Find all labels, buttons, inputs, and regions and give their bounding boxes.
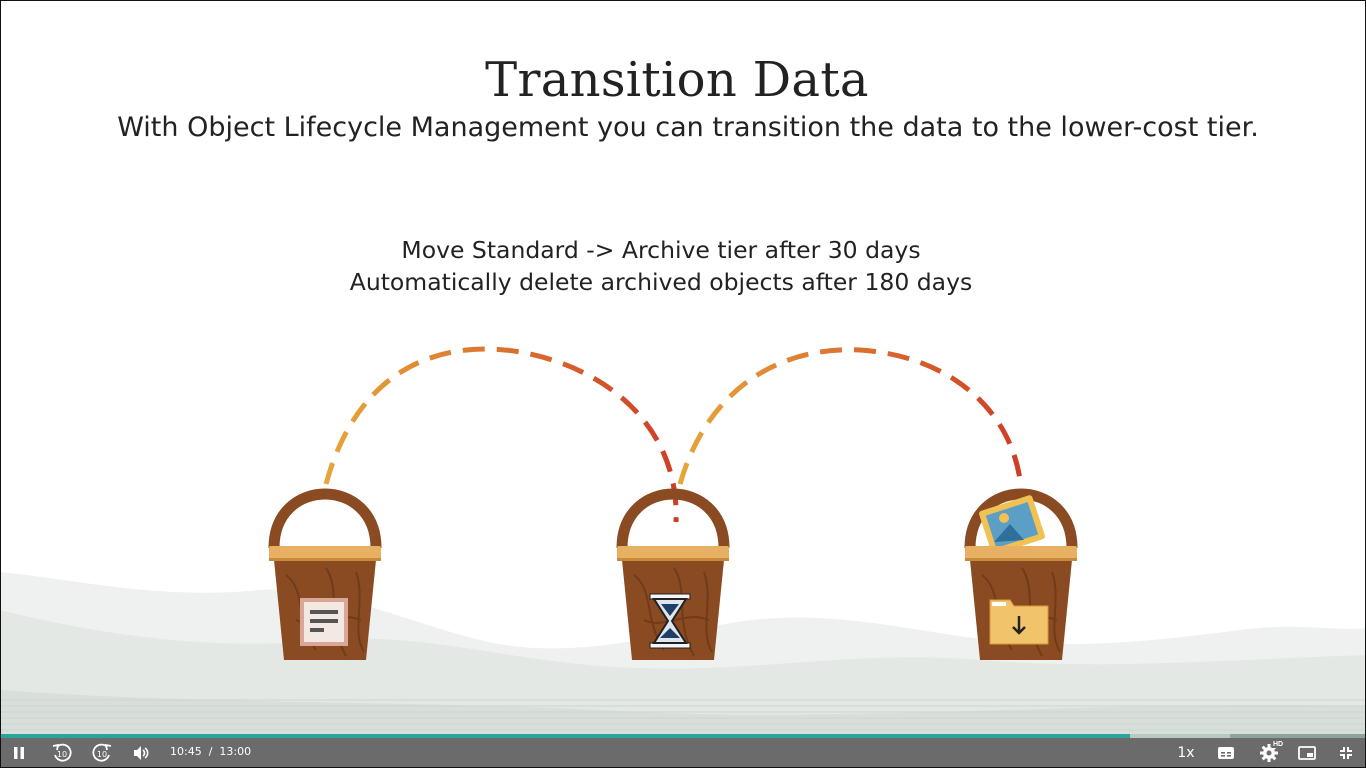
bucket-delete [964,488,1078,660]
folder-download-icon [989,599,1049,645]
volume-icon [134,746,149,760]
arc-archive-to-delete [677,347,1023,485]
duration: 13:00 [219,745,252,758]
document-icon [300,598,348,646]
picture-in-picture-button[interactable] [1295,741,1319,765]
time-display: 10:45 / 13:00 [170,745,251,758]
settings-button[interactable]: HD [1254,741,1285,765]
current-time: 10:45 [170,745,202,758]
exit-fullscreen-button[interactable] [1335,741,1357,765]
hd-badge: HD [1272,741,1285,748]
bucket-standard [268,488,382,660]
bucket-archive [616,488,730,660]
exit-fullscreen-icon [1340,747,1352,759]
pause-button[interactable] [8,741,30,765]
svg-text:10: 10 [57,750,67,759]
volume-button[interactable] [130,741,152,765]
svg-text:10: 10 [97,750,107,759]
captions-button[interactable] [1214,741,1238,765]
pause-icon [14,747,24,759]
slide: Transition Data With Object Lifecycle Ma… [0,0,1366,738]
playback-speed-button[interactable]: 1x [1174,741,1198,765]
forward-10-button[interactable]: 10 [90,741,114,765]
captions-icon [1218,747,1234,759]
picture-in-picture-icon [1298,746,1316,760]
forward-10-icon: 10 [92,743,112,762]
rewind-10-button[interactable]: 10 [50,741,74,765]
rewind-10-icon: 10 [52,743,72,762]
